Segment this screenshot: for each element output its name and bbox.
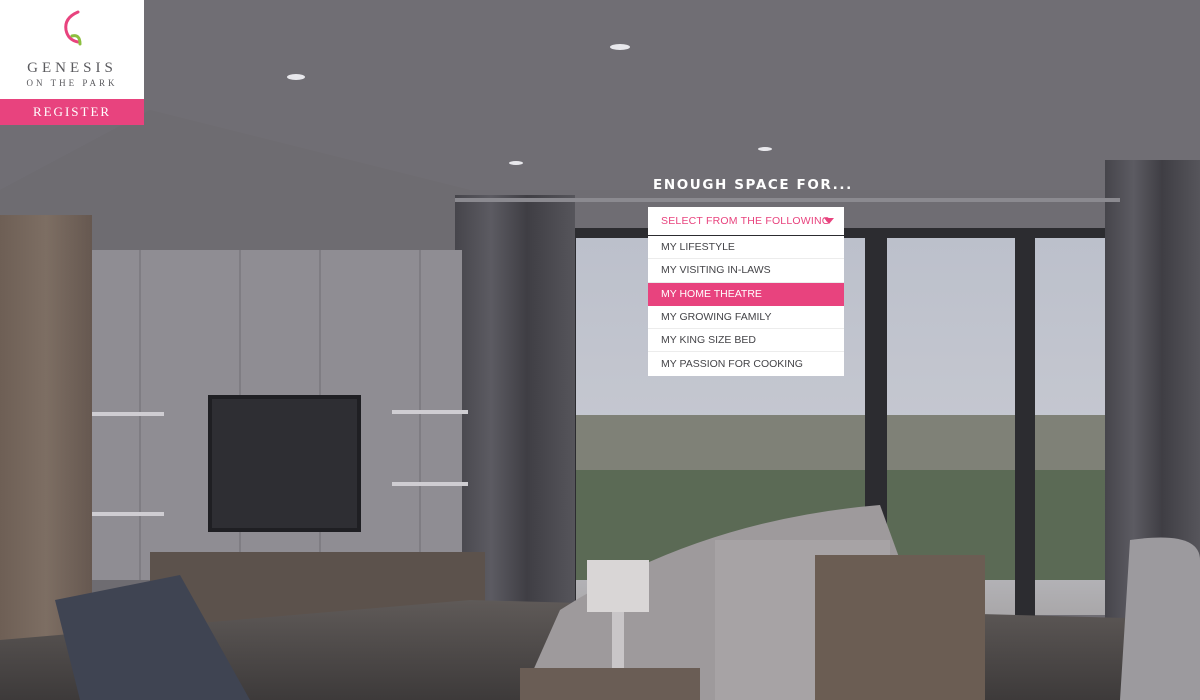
page: GENESIS ON THE PARK REGISTER ENOUGH SPAC… <box>0 0 1200 700</box>
select-option[interactable]: MY PASSION FOR COOKING <box>648 352 844 375</box>
brand-name: GENESIS <box>27 60 117 76</box>
hero-heading: ENOUGH SPACE FOR... <box>653 177 853 193</box>
genesis-swirl-icon <box>64 10 82 46</box>
select-option[interactable]: MY KING SIZE BED <box>648 329 844 353</box>
select-option[interactable]: MY LIFESTYLE <box>648 236 844 260</box>
select-option[interactable]: MY GROWING FAMILY <box>648 306 844 330</box>
background-living-room-image <box>0 0 1200 700</box>
select-option-highlighted[interactable]: MY HOME THEATRE <box>648 282 844 306</box>
select-options-list: MY LIFESTYLE MY VISITING IN-LAWS MY HOME… <box>648 236 844 376</box>
brand-tagline: ON THE PARK <box>26 78 118 88</box>
caret-down-icon[interactable] <box>824 218 834 224</box>
space-select[interactable]: SELECT FROM THE FOLLOWING <box>648 207 844 235</box>
register-button[interactable]: REGISTER <box>0 99 144 125</box>
logo[interactable]: GENESIS ON THE PARK REGISTER <box>0 0 144 125</box>
select-option[interactable]: MY VISITING IN-LAWS <box>648 259 844 283</box>
select-value: SELECT FROM THE FOLLOWING <box>661 215 831 227</box>
